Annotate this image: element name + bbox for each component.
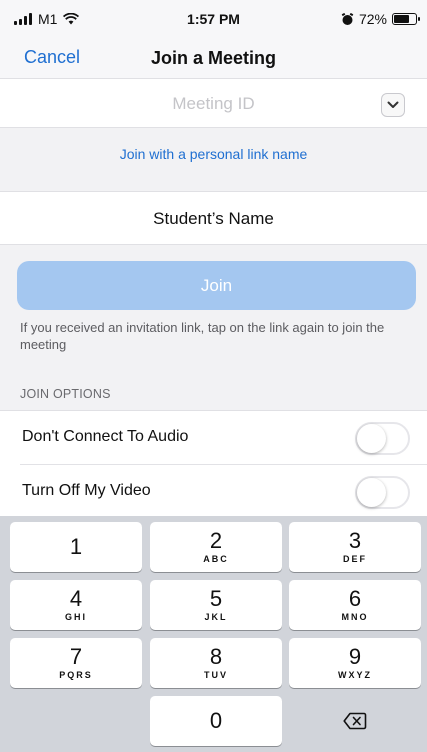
key-blank	[10, 696, 142, 746]
key-letters: GHI	[64, 612, 87, 622]
battery-icon	[392, 13, 420, 25]
key-digit: 3	[348, 528, 362, 553]
meeting-id-input[interactable]	[60, 91, 367, 117]
option-row-audio: Don't Connect To Audio	[0, 411, 427, 465]
option-label-video: Turn Off My Video	[22, 482, 151, 499]
key-digit: 6	[348, 586, 362, 611]
name-input[interactable]	[40, 206, 387, 232]
numeric-keypad: 1 2 ABC 3 DEF 4 GHI 5 JKL 6 MNO 7 PQRS 8…	[0, 516, 427, 752]
status-right: 72%	[341, 11, 420, 27]
page-title: Join a Meeting	[150, 47, 276, 68]
key-letters: JKL	[204, 612, 228, 622]
key-letters: PQRS	[59, 670, 93, 680]
key-letters: MNO	[341, 612, 369, 622]
status-bar: M1 1:57 PM 72%	[0, 0, 427, 38]
chevron-down-icon	[387, 101, 399, 108]
join-button[interactable]: Join	[17, 261, 416, 310]
key-0[interactable]: 0	[150, 696, 282, 746]
key-8[interactable]: 8 TUV	[150, 638, 282, 688]
join-options-list: Don't Connect To Audio Turn Off My Video	[0, 410, 427, 518]
key-4[interactable]: 4 GHI	[10, 580, 142, 630]
signal-icon	[14, 13, 32, 25]
meeting-id-history-button[interactable]	[381, 93, 405, 117]
delete-key[interactable]	[289, 696, 421, 746]
option-label-audio: Don't Connect To Audio	[22, 428, 189, 445]
key-letters: TUV	[204, 670, 228, 680]
key-letters: ABC	[203, 554, 229, 564]
battery-percent: 72%	[358, 11, 387, 27]
key-digit: 7	[69, 644, 83, 669]
key-letters: WXYZ	[338, 670, 372, 680]
key-digit: 0	[209, 708, 223, 733]
key-digit: 4	[69, 586, 83, 611]
key-digit: 5	[209, 586, 223, 611]
backspace-icon	[343, 712, 367, 730]
toggle-knob	[357, 478, 386, 507]
key-letters: DEF	[343, 554, 367, 564]
key-9[interactable]: 9 WXYZ	[289, 638, 421, 688]
key-digit: 1	[69, 534, 83, 559]
nav-bar: Cancel Join a Meeting	[0, 38, 427, 78]
join-hint-text: If you received an invitation link, tap …	[20, 320, 385, 352]
toggle-knob	[357, 424, 386, 453]
alarm-icon	[341, 12, 354, 25]
key-2[interactable]: 2 ABC	[150, 522, 282, 572]
audio-toggle[interactable]	[355, 422, 410, 455]
key-6[interactable]: 6 MNO	[289, 580, 421, 630]
status-time: 1:57 PM	[187, 11, 240, 27]
cancel-button[interactable]: Cancel	[24, 47, 80, 68]
option-row-video: Turn Off My Video	[0, 465, 427, 519]
key-5[interactable]: 5 JKL	[150, 580, 282, 630]
video-toggle[interactable]	[355, 476, 410, 509]
key-1[interactable]: 1	[10, 522, 142, 572]
meeting-id-row	[0, 78, 427, 128]
key-digit: 8	[209, 644, 223, 669]
key-digit: 2	[209, 528, 223, 553]
carrier-label: M1	[38, 11, 58, 27]
join-options-header: JOIN OPTIONS	[20, 387, 111, 401]
key-7[interactable]: 7 PQRS	[10, 638, 142, 688]
key-digit: 9	[348, 644, 362, 669]
key-3[interactable]: 3 DEF	[289, 522, 421, 572]
personal-link-button[interactable]: Join with a personal link name	[0, 146, 427, 162]
status-left: M1	[14, 11, 80, 27]
wifi-icon	[63, 13, 80, 25]
name-row	[0, 191, 427, 245]
